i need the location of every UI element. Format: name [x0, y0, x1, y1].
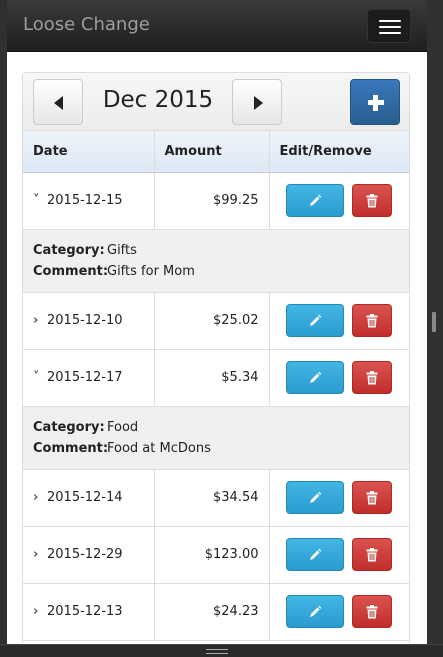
app-title[interactable]: Loose Change: [23, 14, 150, 35]
chevron-right-icon[interactable]: ›: [33, 547, 47, 562]
amount-cell: $34.54: [154, 469, 270, 527]
table-row[interactable]: › 2015-12-10 $25.02: [23, 292, 409, 350]
date-cell[interactable]: ˅ 2015-12-15: [23, 172, 155, 230]
expenses-table: Date Amount Edit/Remove ˅ 2015-12-15 $99.2…: [23, 131, 409, 641]
date-cell[interactable]: › 2015-12-13: [23, 583, 155, 641]
table-row[interactable]: › 2015-12-29 $123.00: [23, 526, 409, 584]
expenses-panel: Dec 2015 Date Amount Edit/Remove ˅ 2015-…: [22, 72, 410, 644]
expenses-table-body: ˅ 2015-12-15 $99.25 Category: Gifts Comment:G…: [23, 172, 409, 641]
amount-cell: $25.02: [154, 292, 270, 350]
table-row[interactable]: › 2015-12-14 $34.54: [23, 469, 409, 527]
triangle-left-icon: [54, 96, 63, 110]
comment-value: Food at McDons: [107, 440, 211, 456]
row-date: 2015-12-10: [47, 313, 123, 328]
actions-cell: [269, 469, 409, 527]
row-date: 2015-12-17: [47, 370, 123, 385]
comment-value: Gifts for Mom: [107, 263, 195, 279]
delete-button[interactable]: [352, 304, 393, 337]
actions-cell: [269, 526, 409, 584]
row-date: 2015-12-29: [47, 547, 123, 562]
current-month-label: Dec 2015: [102, 87, 214, 113]
resize-handle[interactable]: [432, 312, 436, 332]
date-cell[interactable]: ˅ 2015-12-17: [23, 349, 155, 407]
date-cell[interactable]: › 2015-12-14: [23, 469, 155, 527]
amount-cell: $123.00: [154, 526, 270, 584]
delete-button[interactable]: [352, 538, 393, 571]
chevron-down-icon[interactable]: ˅: [33, 193, 47, 208]
delete-button[interactable]: [352, 184, 393, 217]
add-expense-button[interactable]: [350, 79, 400, 125]
edit-button[interactable]: [286, 481, 345, 514]
month-toolbar: Dec 2015: [23, 73, 409, 131]
amount-cell: $5.34: [154, 349, 270, 407]
row-date: 2015-12-15: [47, 193, 123, 208]
previous-month-button[interactable]: [33, 79, 83, 125]
date-cell[interactable]: › 2015-12-29: [23, 526, 155, 584]
row-details: Category: Gifts Comment:Gifts for Mom: [23, 229, 409, 293]
details-cell: Category: Gifts Comment:Gifts for Mom: [23, 229, 409, 293]
comment-label: Comment:: [33, 440, 109, 456]
hamburger-menu-icon[interactable]: [367, 9, 411, 43]
chevron-right-icon[interactable]: ›: [33, 313, 47, 328]
window-bottom-bar: [0, 644, 443, 657]
category-label: Category:: [33, 419, 105, 435]
app-window: Loose Change Dec 2015 Date Amount Edit/R…: [0, 0, 443, 657]
table-header-row: Date Amount Edit/Remove: [23, 131, 409, 173]
delete-button[interactable]: [352, 481, 393, 514]
edit-button[interactable]: [286, 361, 345, 394]
row-date: 2015-12-14: [47, 490, 123, 505]
date-cell[interactable]: › 2015-12-10: [23, 292, 155, 350]
amount-cell: $24.23: [154, 583, 270, 641]
column-header-date: Date: [23, 131, 155, 173]
edit-button[interactable]: [286, 595, 345, 628]
category-value: Gifts: [107, 242, 137, 258]
navbar: Loose Change: [7, 0, 427, 52]
main-content: Dec 2015 Date Amount Edit/Remove ˅ 2015-…: [7, 52, 427, 644]
resize-grip-icon[interactable]: [206, 649, 228, 654]
table-row[interactable]: ˅ 2015-12-17 $5.34: [23, 349, 409, 407]
row-date: 2015-12-13: [47, 604, 123, 619]
chevron-down-icon[interactable]: ˅: [33, 370, 47, 385]
table-row[interactable]: ˅ 2015-12-15 $99.25: [23, 172, 409, 230]
column-header-amount: Amount: [154, 131, 270, 173]
actions-cell: [269, 349, 409, 407]
actions-cell: [269, 583, 409, 641]
next-month-button[interactable]: [232, 79, 282, 125]
row-details: Category: Food Comment:Food at McDons: [23, 406, 409, 470]
edit-button[interactable]: [286, 184, 345, 217]
amount-cell: $99.25: [154, 172, 270, 230]
edit-button[interactable]: [286, 304, 345, 337]
category-value: Food: [107, 419, 139, 435]
edit-button[interactable]: [286, 538, 345, 571]
table-row[interactable]: › 2015-12-13 $24.23: [23, 583, 409, 641]
chevron-right-icon[interactable]: ›: [33, 490, 47, 505]
comment-label: Comment:: [33, 263, 109, 279]
actions-cell: [269, 292, 409, 350]
category-label: Category:: [33, 242, 105, 258]
delete-button[interactable]: [352, 361, 393, 394]
triangle-right-icon: [254, 96, 263, 110]
chevron-right-icon[interactable]: ›: [33, 604, 47, 619]
actions-cell: [269, 172, 409, 230]
details-cell: Category: Food Comment:Food at McDons: [23, 406, 409, 470]
column-header-actions: Edit/Remove: [269, 131, 409, 173]
delete-button[interactable]: [352, 595, 393, 628]
